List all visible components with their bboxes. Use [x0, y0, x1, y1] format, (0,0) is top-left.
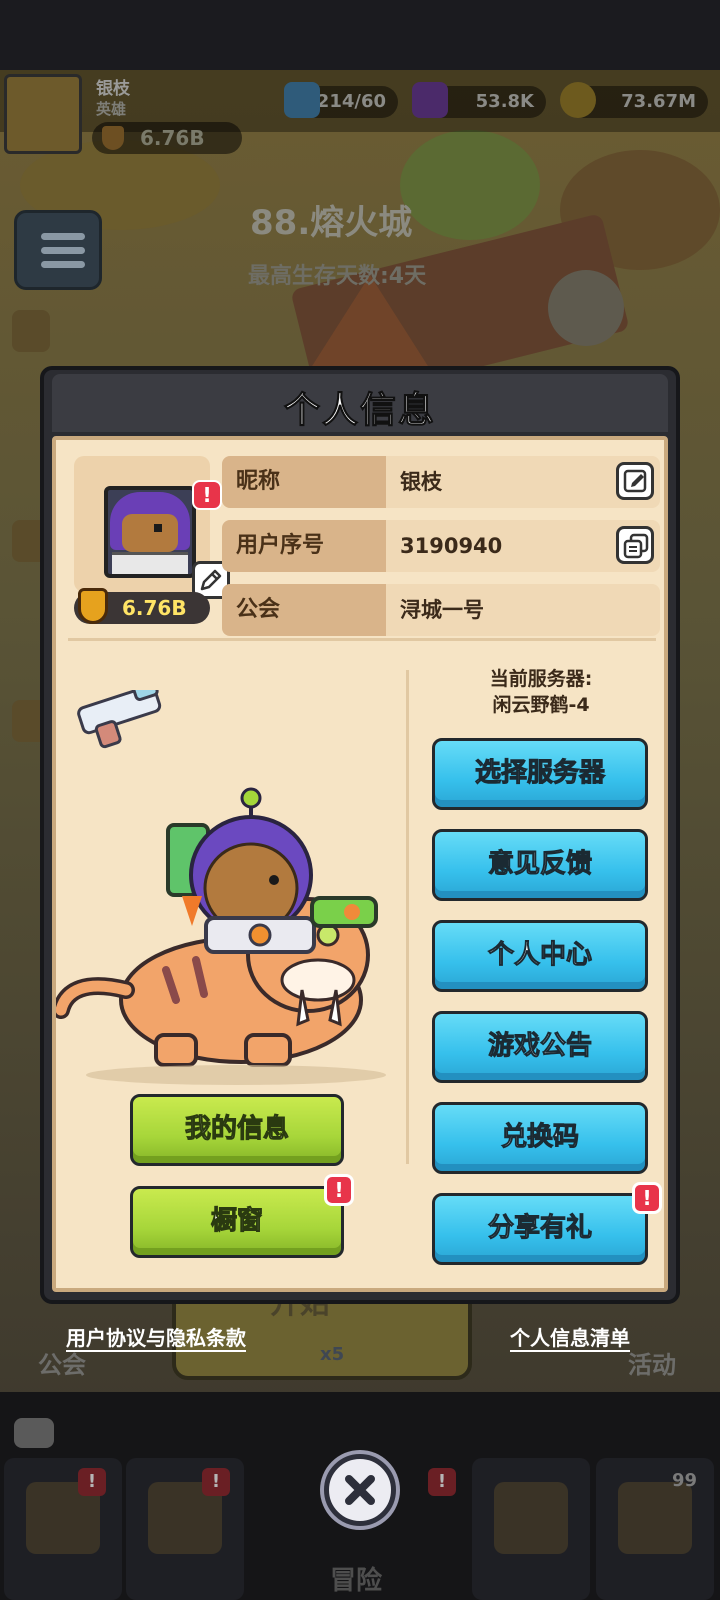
player-power-badge: 6.76B — [92, 122, 242, 154]
copy-id-button[interactable] — [616, 526, 654, 564]
avatar-container: ! — [74, 456, 230, 599]
copy-icon — [623, 533, 649, 559]
gem-icon — [412, 82, 448, 118]
nav-upgrade[interactable] — [472, 1458, 590, 1600]
alert-icon: ! — [428, 1468, 456, 1496]
select-server-button[interactable]: 选择服务器 — [432, 738, 648, 810]
gem-value: 53.8K — [475, 91, 534, 112]
alert-icon: ! — [78, 1468, 106, 1496]
nickname-label: 昵称 — [222, 456, 386, 508]
edit-icon — [200, 569, 222, 591]
user-id-label: 用户序号 — [222, 520, 386, 572]
alert-icon: ! — [324, 1174, 354, 1206]
alert-icon: ! — [202, 1468, 230, 1496]
edit-nickname-button[interactable] — [616, 462, 654, 500]
best-survival-days: 最高生存天数:4天 — [248, 264, 427, 289]
start-cost: x5 — [320, 1344, 345, 1365]
terms-privacy-link[interactable]: 用户协议与隐私条款 — [66, 1322, 246, 1351]
menu-button[interactable] — [14, 210, 102, 290]
game-announcement-button[interactable]: 游戏公告 — [432, 1011, 648, 1083]
upgrade-arrow-icon — [494, 1482, 568, 1554]
background-tree — [400, 130, 540, 240]
nickname-row: 昵称 银枝 — [222, 456, 660, 508]
current-server-name: 闲云野鹤-4 — [492, 694, 590, 716]
chat-icon[interactable] — [14, 1418, 54, 1448]
personal-info-list-link[interactable]: 个人信息清单 — [510, 1322, 630, 1351]
stamina-counter[interactable]: 2214/60 — [284, 82, 398, 118]
menu-line — [41, 247, 85, 254]
avatar[interactable] — [104, 486, 196, 578]
close-icon — [345, 1475, 375, 1505]
player-title: 英雄 — [96, 100, 127, 118]
power-badge: 6.76B — [74, 588, 210, 624]
chest-count: 99 — [672, 1470, 698, 1491]
alert-icon: ! — [192, 480, 222, 510]
avatar-eye — [154, 524, 162, 532]
close-button[interactable] — [324, 1454, 396, 1526]
edit-icon — [623, 469, 647, 493]
guild-row: 公会 浔城一号 — [222, 584, 660, 636]
alert-icon: ! — [632, 1182, 662, 1214]
redeem-code-button[interactable]: 兑换码 — [432, 1102, 648, 1174]
player-name: 银枝 — [96, 79, 130, 99]
guild-label: 公会 — [222, 584, 386, 636]
lightning-icon — [284, 82, 320, 118]
current-server-caption: 当前服务器: — [489, 668, 593, 690]
dialog-title: 个人信息 — [283, 390, 436, 432]
feedback-button[interactable]: 意见反馈 — [432, 829, 648, 901]
personal-info-dialog: 个人信息 ! 6.76B 昵称 银枝 用户序号 3190940 公会 浔城一号 … — [40, 366, 680, 1304]
avatar-suit — [112, 552, 188, 574]
menu-line — [41, 261, 85, 268]
gold-counter[interactable]: 73.67M — [560, 82, 708, 118]
player-avatar-mini[interactable] — [4, 74, 82, 154]
chat-bubble-icon[interactable] — [548, 270, 624, 346]
gem-counter[interactable]: 53.8K — [412, 82, 546, 118]
player-power-value: 6.76B — [140, 126, 205, 150]
adventure-label: 冒险 — [330, 1566, 383, 1596]
menu-line — [41, 233, 85, 240]
character-illustration — [56, 690, 386, 1085]
coin-icon — [560, 82, 596, 118]
stage-title: 88.熔火城 — [250, 203, 413, 243]
column-divider — [406, 670, 409, 1164]
avatar-face — [122, 514, 178, 552]
my-info-button[interactable]: 我的信息 — [130, 1094, 344, 1166]
activity-label: 活动 — [628, 1351, 676, 1379]
showcase-button[interactable]: 橱窗 — [130, 1186, 344, 1258]
section-divider — [68, 638, 656, 641]
guild-value: 浔城一号 — [386, 584, 660, 636]
user-id-row: 用户序号 3190940 — [222, 520, 660, 572]
gold-value: 73.67M — [621, 91, 696, 112]
dialog-body: ! 6.76B 昵称 银枝 用户序号 3190940 公会 浔城一号 当前服务器… — [52, 436, 668, 1292]
power-value: 6.76B — [122, 596, 187, 620]
power-shield-icon — [78, 588, 108, 624]
power-shield-icon — [102, 126, 124, 150]
side-event-icon[interactable] — [12, 310, 50, 352]
chest-icon — [618, 1482, 692, 1554]
personal-center-button[interactable]: 个人中心 — [432, 920, 648, 992]
share-reward-button[interactable]: 分享有礼 — [432, 1193, 648, 1265]
